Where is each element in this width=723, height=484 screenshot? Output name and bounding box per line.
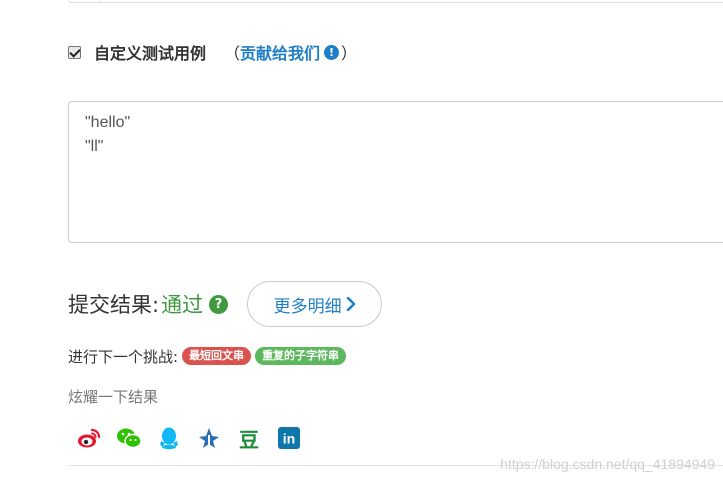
custom-test-input[interactable]: "hello" "ll" — [68, 101, 723, 243]
next-challenge-row: 进行下一个挑战: 最短回文串 重复的子字符串 — [68, 345, 350, 367]
share-label: 炫耀一下结果 — [68, 388, 159, 406]
contribute-link[interactable]: 贡献给我们 — [240, 40, 320, 64]
challenge-tag-repeated-substring[interactable]: 重复的子字符串 — [255, 347, 347, 365]
qzone-icon[interactable] — [196, 425, 222, 451]
test-input-line: "ll" — [85, 138, 104, 155]
previous-panel-edge — [68, 0, 723, 3]
wechat-icon[interactable] — [116, 425, 142, 451]
paren-close: ） — [341, 44, 358, 63]
paren-open: （ — [224, 44, 241, 63]
test-input-line: "hello" — [85, 114, 131, 131]
more-details-label: 更多明细 — [273, 296, 342, 317]
share-icons: 豆 in — [76, 425, 316, 452]
custom-test-label: 自定义测试用例 — [94, 44, 207, 63]
weibo-icon[interactable] — [76, 425, 102, 451]
info-icon[interactable]: ! — [324, 44, 340, 60]
submission-result-row: 提交结果: 通过 ? 更多明细 — [68, 281, 383, 327]
watermark: https://blog.csdn.net/qq_41894949 — [500, 456, 715, 472]
help-icon[interactable]: ? — [209, 294, 229, 314]
custom-test-checkbox[interactable] — [68, 45, 81, 59]
custom-test-row: 自定义测试用例 （ 贡献给我们 ! ） — [68, 41, 357, 63]
qq-icon[interactable] — [156, 425, 182, 451]
linkedin-icon[interactable]: in — [276, 425, 302, 451]
result-label: 提交结果: — [68, 293, 160, 317]
chevron-right-icon — [346, 297, 355, 311]
more-details-button[interactable]: 更多明细 — [247, 281, 383, 327]
challenge-tag-shortest-palindrome[interactable]: 最短回文串 — [182, 347, 252, 365]
result-status: 通过 — [161, 293, 204, 317]
next-challenge-label: 进行下一个挑战: — [68, 347, 179, 366]
douban-icon[interactable]: 豆 — [236, 425, 262, 452]
linkedin-text: in — [283, 431, 295, 447]
